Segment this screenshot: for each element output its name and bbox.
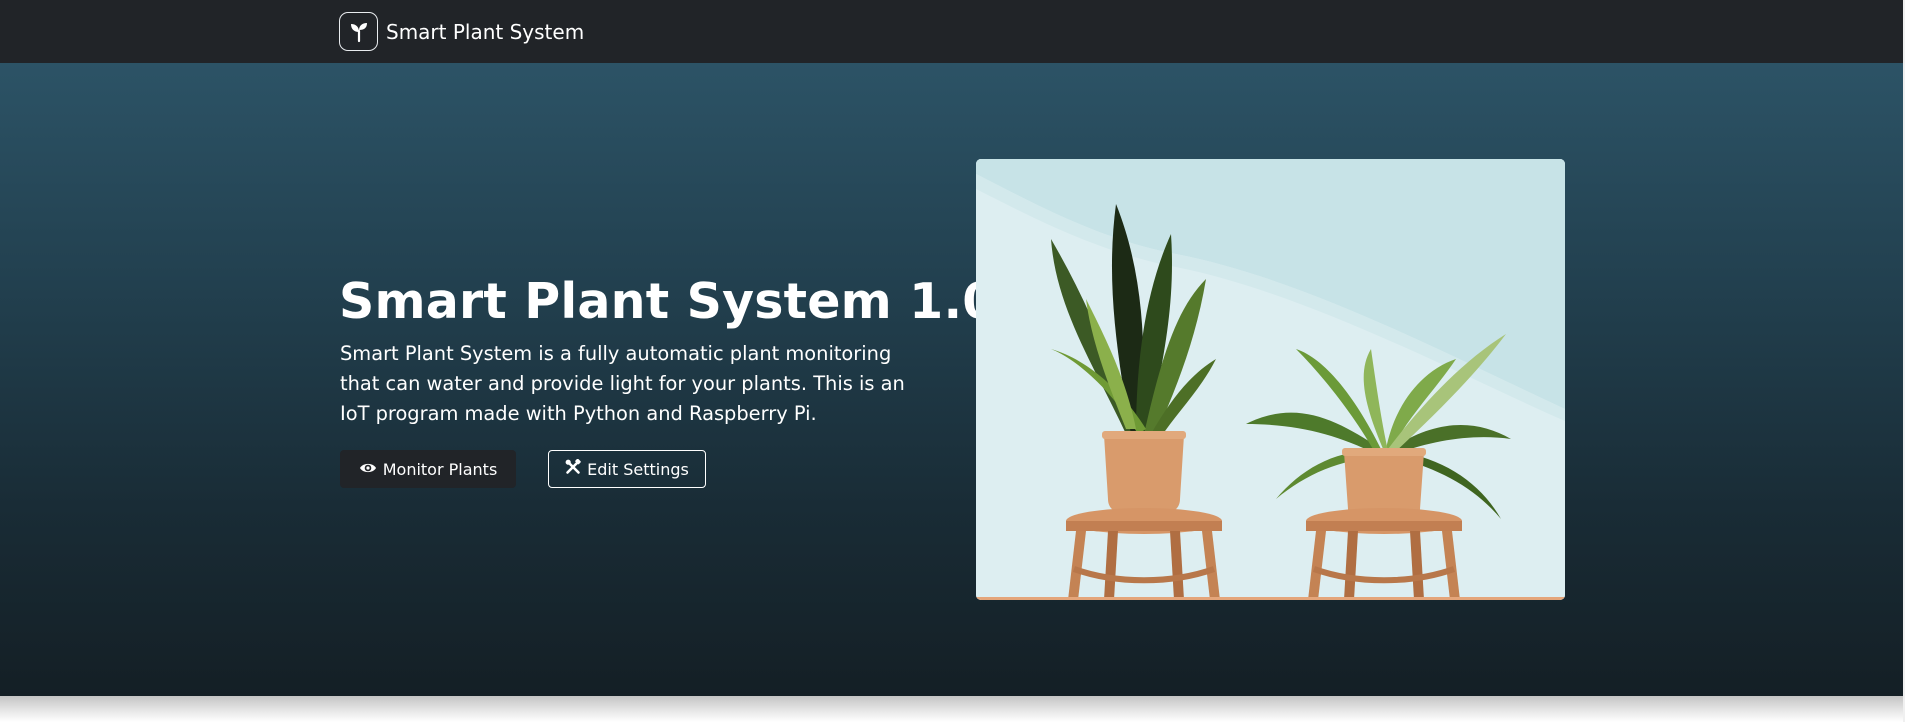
hero-title: Smart Plant System 1.0 [339,273,997,330]
monitor-plants-button[interactable]: Monitor Plants [340,450,516,488]
plants-image [976,159,1565,600]
tools-icon [565,458,581,479]
top-navbar: Smart Plant System [0,0,1905,63]
edit-settings-button[interactable]: Edit Settings [548,450,706,488]
brand-link[interactable]: Smart Plant System [339,12,584,51]
monitor-plants-label: Monitor Plants [382,459,498,479]
sprout-icon [339,12,378,51]
hero-description: Smart Plant System is a fully automatic … [340,342,905,425]
eye-icon [359,460,377,479]
footer-shadow [0,696,1905,722]
edit-settings-label: Edit Settings [587,459,689,479]
brand-name: Smart Plant System [386,19,585,44]
hero-section: Smart Plant System 1.0 Smart Plant Syste… [0,63,1905,696]
